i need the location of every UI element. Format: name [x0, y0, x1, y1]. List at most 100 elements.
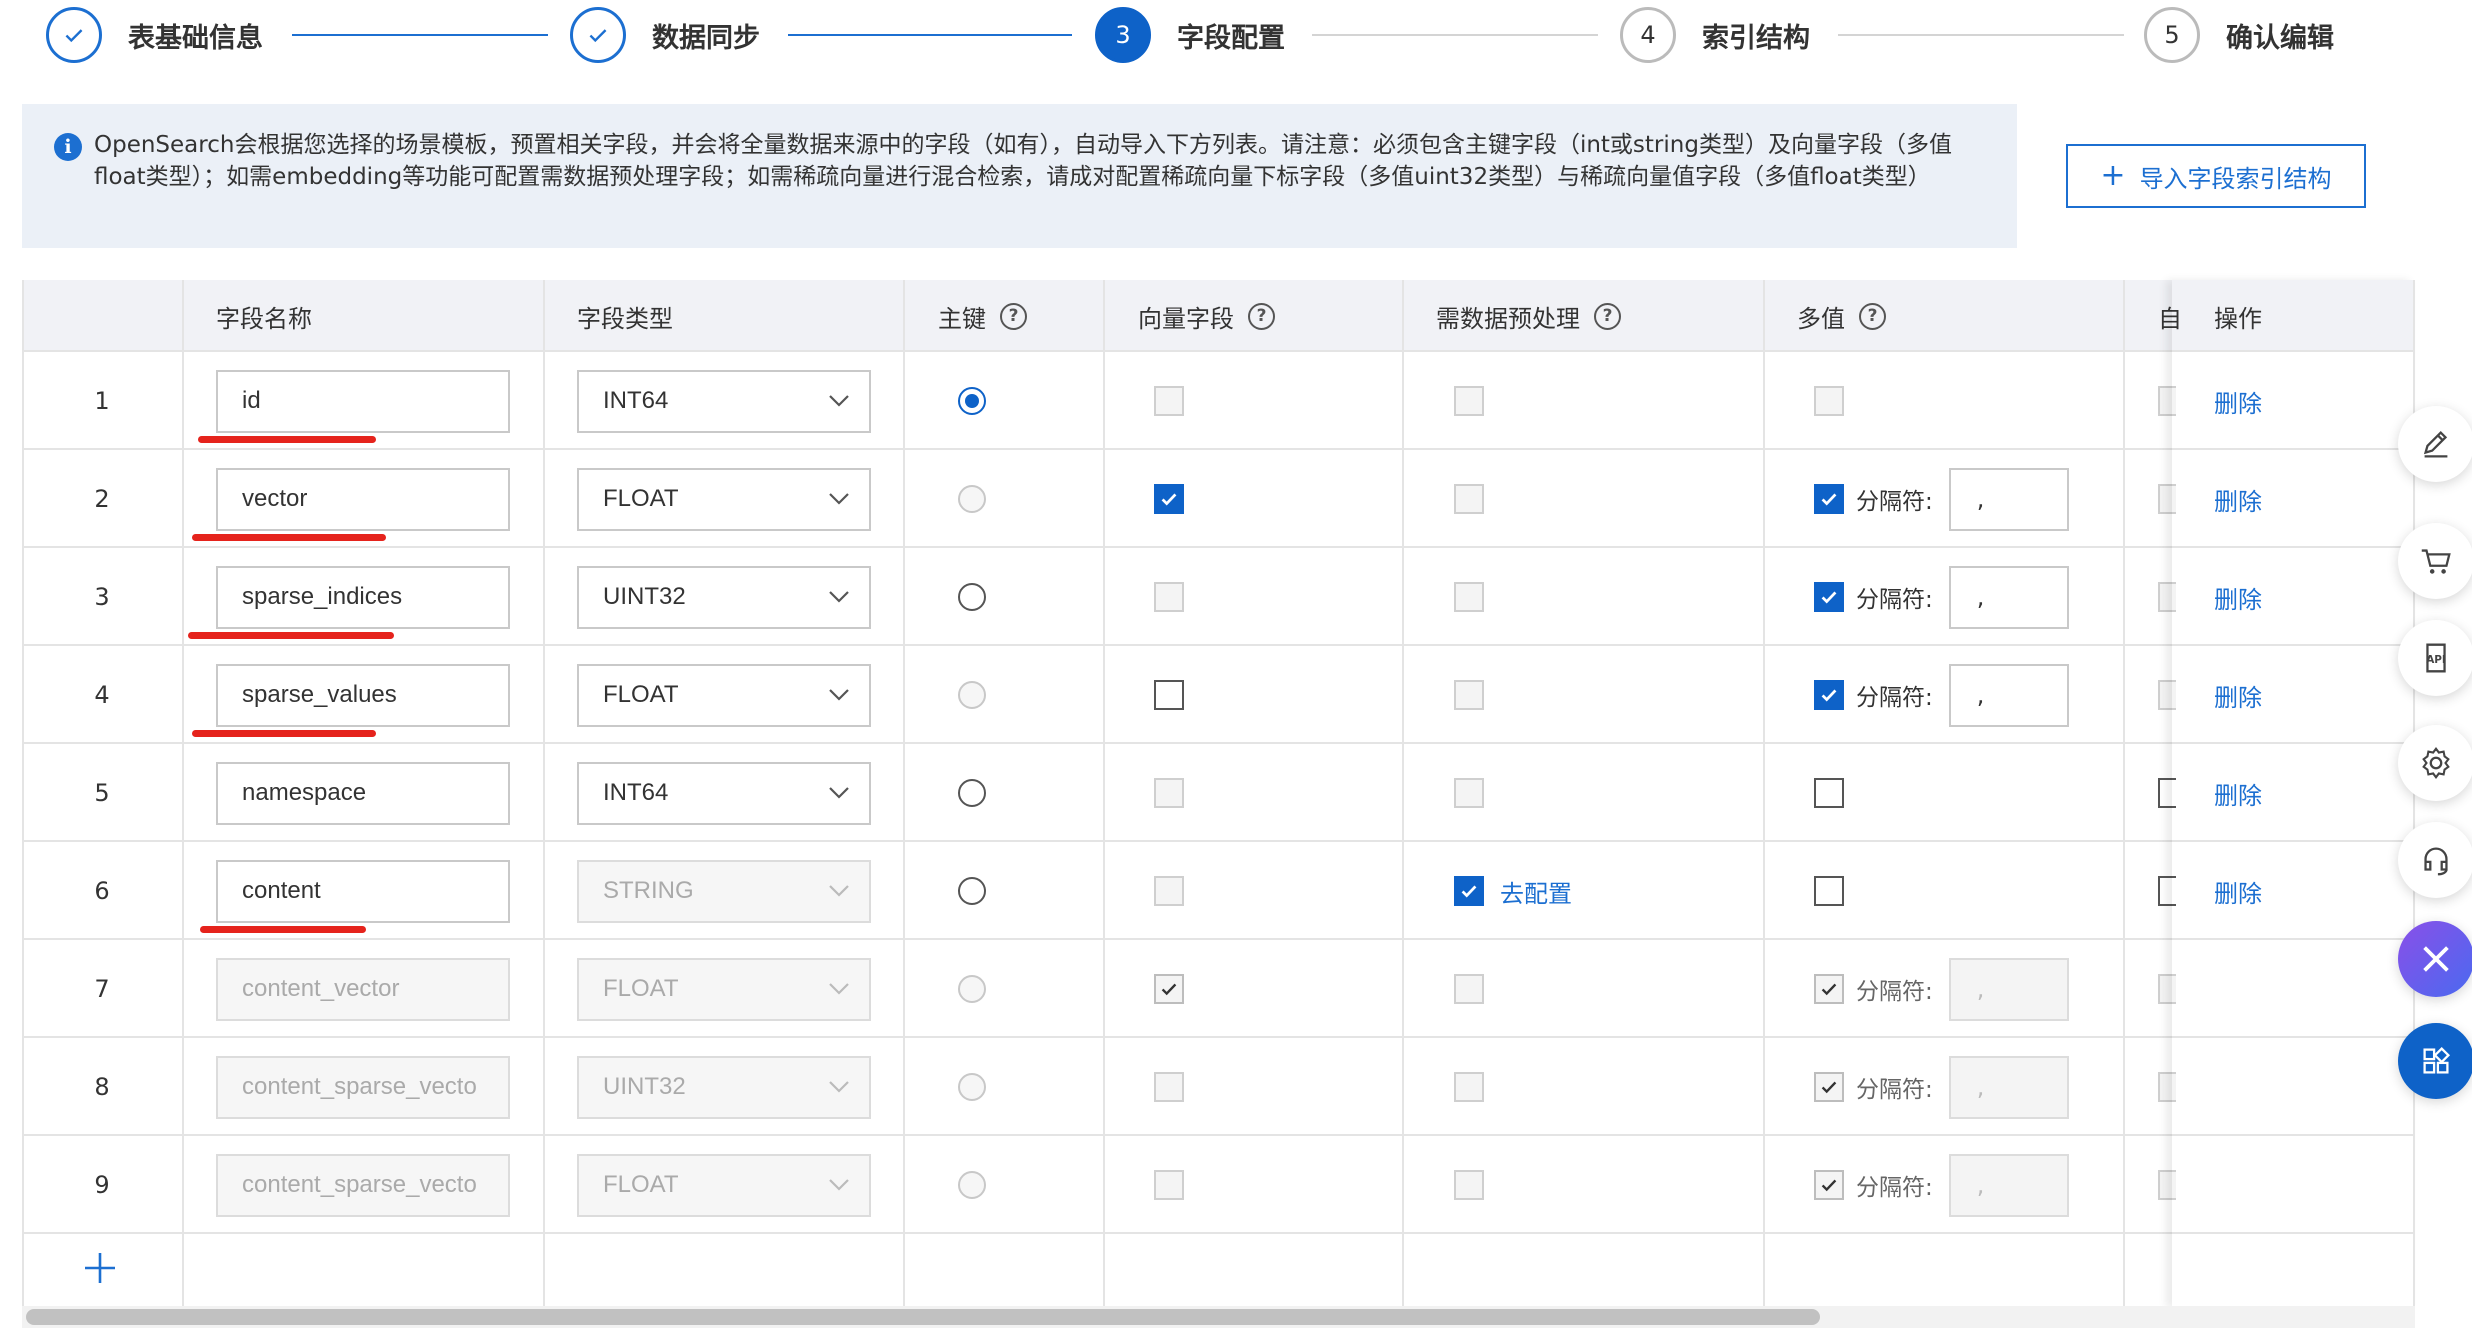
multi-value-checkbox [1814, 386, 1844, 416]
step-connector [1312, 34, 1598, 36]
headset-icon[interactable] [2398, 822, 2472, 898]
red-highlight-underline [200, 926, 366, 933]
separator-label: 分隔符: [1856, 1077, 1933, 1103]
grid-line [22, 280, 24, 1308]
field-name-input[interactable]: namespace [216, 761, 510, 825]
step-1[interactable]: 表基础信息 [46, 7, 263, 63]
field-config-table: 字段名称 字段类型 主键 ? 向量字段 ? 需数据预处理 ? 多值 ? 自 操作… [22, 280, 2415, 1338]
primary-key-radio[interactable] [958, 387, 986, 415]
separator-input[interactable]: , [1948, 565, 2069, 629]
vector-field-checkbox[interactable] [1154, 484, 1184, 514]
step-5-number: 5 [2144, 7, 2200, 63]
chevron-down-icon [829, 982, 849, 995]
row-number: 2 [94, 485, 110, 513]
field-name-input: content_sparse_vecto [216, 1055, 510, 1119]
field-name-input[interactable]: vector [216, 467, 510, 531]
cart-icon[interactable] [2398, 523, 2472, 599]
multi-value-checkbox [1814, 1072, 1844, 1102]
primary-key-radio [958, 1171, 986, 1199]
help-icon[interactable]: ? [1594, 302, 1621, 330]
grid-line [182, 280, 184, 1308]
preprocess-checkbox[interactable] [1454, 876, 1484, 906]
step-4-label: 索引结构 [1702, 22, 1810, 54]
preprocess-checkbox [1454, 680, 1484, 710]
configure-link[interactable]: 去配置 [1500, 874, 1572, 909]
header-field-name: 字段名称 [216, 304, 312, 333]
primary-key-radio[interactable] [958, 779, 986, 807]
step-3-label: 字段配置 [1177, 22, 1285, 54]
preprocess-checkbox [1454, 582, 1484, 612]
grid-line [22, 938, 2415, 940]
field-name-input[interactable]: sparse_indices [216, 565, 510, 629]
field-name-input[interactable]: id [216, 369, 510, 433]
vector-field-checkbox[interactable] [1154, 680, 1184, 710]
separator-input[interactable]: , [1948, 467, 2069, 531]
step-1-check-icon [46, 7, 102, 63]
help-icon[interactable]: ? [1000, 302, 1027, 330]
red-highlight-underline [192, 730, 376, 737]
grid-line [22, 546, 2415, 548]
field-type-select[interactable]: UINT32 [577, 565, 871, 629]
help-icon[interactable]: ? [1248, 302, 1275, 330]
table-row: 6 content STRING 去配置 删除 [22, 840, 2415, 940]
primary-key-radio[interactable] [958, 583, 986, 611]
multi-value-checkbox[interactable] [1814, 778, 1844, 808]
ai-assistant-icon[interactable] [2398, 921, 2472, 997]
grid-line [1103, 280, 1105, 1308]
step-4[interactable]: 4 索引结构 [1620, 7, 1810, 63]
separator-label: 分隔符: [1856, 1175, 1933, 1201]
table-row: 9 content_sparse_vecto FLOAT 分隔符:, [22, 1134, 2415, 1234]
vector-field-checkbox [1154, 386, 1184, 416]
multi-value-checkbox [1814, 1170, 1844, 1200]
field-type-value: UINT32 [603, 583, 686, 610]
scrollbar-thumb[interactable] [26, 1309, 1820, 1325]
field-type-select[interactable]: INT64 [577, 369, 871, 433]
field-type-select[interactable]: FLOAT [577, 663, 871, 727]
header-field-type: 字段类型 [577, 304, 673, 333]
field-name-input[interactable]: sparse_values [216, 663, 510, 727]
vector-field-checkbox [1154, 974, 1184, 1004]
step-2[interactable]: 数据同步 [570, 7, 760, 63]
operation-column-shadow [2172, 280, 2415, 1308]
import-field-index-button[interactable]: + 导入字段索引结构 [2066, 144, 2366, 208]
horizontal-scrollbar[interactable] [22, 1306, 2415, 1328]
red-highlight-underline [188, 632, 394, 639]
field-type-select[interactable]: INT64 [577, 761, 871, 825]
row-number: 4 [94, 681, 110, 709]
multi-value-checkbox[interactable] [1814, 582, 1844, 612]
field-name-input[interactable]: content [216, 859, 510, 923]
multi-value-checkbox[interactable] [1814, 876, 1844, 906]
row-number: 8 [94, 1073, 110, 1101]
edit-icon[interactable] [2398, 406, 2472, 482]
add-row-plus-icon[interactable] [82, 1250, 118, 1286]
field-type-select[interactable]: FLOAT [577, 467, 871, 531]
field-type-value: FLOAT [603, 1171, 679, 1198]
step-5[interactable]: 5 确认编辑 [2144, 7, 2334, 63]
preprocess-checkbox [1454, 1170, 1484, 1200]
help-icon[interactable]: ? [1859, 302, 1886, 330]
multi-value-checkbox[interactable] [1814, 484, 1844, 514]
preprocess-checkbox [1454, 778, 1484, 808]
separator-label: 分隔符: [1856, 587, 1933, 613]
chevron-down-icon [829, 394, 849, 407]
grid-line [2123, 280, 2125, 1308]
gear-icon[interactable] [2398, 725, 2472, 801]
apps-grid-icon[interactable] [2398, 1023, 2472, 1099]
separator-input: , [1948, 1153, 2069, 1217]
vector-field-checkbox [1154, 582, 1184, 612]
grid-line [543, 280, 545, 1308]
step-3[interactable]: 3 字段配置 [1095, 7, 1285, 63]
multi-value-checkbox[interactable] [1814, 680, 1844, 710]
primary-key-radio[interactable] [958, 877, 986, 905]
chevron-down-icon [829, 492, 849, 505]
table-row: 1 id INT64 删除 [22, 350, 2415, 450]
separator-input[interactable]: , [1948, 663, 2069, 727]
step-connector [292, 34, 548, 36]
header-primary-key-label: 主键 [938, 304, 986, 333]
table-row: 8 content_sparse_vecto UINT32 分隔符:, [22, 1036, 2415, 1136]
field-type-select: STRING [577, 859, 871, 923]
api-icon[interactable]: API [2398, 620, 2472, 696]
red-highlight-underline [198, 436, 376, 443]
vector-field-checkbox [1154, 876, 1184, 906]
vector-field-checkbox [1154, 1170, 1184, 1200]
